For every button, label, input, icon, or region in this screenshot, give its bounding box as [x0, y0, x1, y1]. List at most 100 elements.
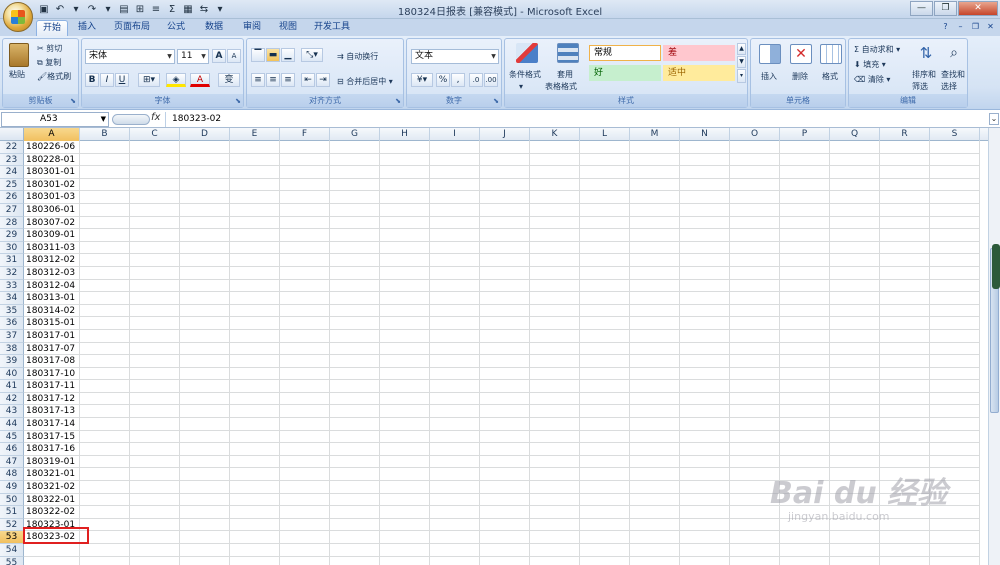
name-box[interactable]: A53 ▼ — [1, 112, 109, 127]
cell-m[interactable] — [630, 481, 680, 494]
cell-n[interactable] — [680, 203, 730, 217]
cell-j[interactable] — [480, 279, 530, 293]
row-header[interactable]: 32 — [0, 266, 24, 280]
cell-r[interactable] — [880, 392, 930, 406]
cell-c[interactable] — [130, 518, 180, 532]
cell-a[interactable]: 180315-01 — [24, 317, 80, 330]
cell-r[interactable] — [880, 455, 930, 469]
cell-r[interactable] — [880, 506, 930, 519]
row-header[interactable]: 33 — [0, 279, 24, 293]
cell-r[interactable] — [880, 544, 930, 557]
cell-p[interactable] — [780, 355, 830, 368]
cell-k[interactable] — [530, 317, 580, 330]
cell-r[interactable] — [880, 241, 930, 255]
cell-a[interactable]: 180317-12 — [24, 392, 80, 406]
cell-i[interactable] — [430, 229, 480, 242]
cell-o[interactable] — [730, 178, 780, 192]
cell-h[interactable] — [380, 229, 430, 242]
cell-f[interactable] — [280, 481, 330, 494]
cell-j[interactable] — [480, 418, 530, 431]
cell-m[interactable] — [630, 556, 680, 565]
cell-b[interactable] — [80, 481, 130, 494]
cell-i[interactable] — [430, 178, 480, 192]
tab-insert[interactable]: 插入 — [72, 20, 102, 36]
cell-m[interactable] — [630, 392, 680, 406]
cell-g[interactable] — [330, 279, 380, 293]
row-header[interactable]: 29 — [0, 229, 24, 242]
cell-o[interactable] — [730, 254, 780, 267]
cell-h[interactable] — [380, 392, 430, 406]
cell-j[interactable] — [480, 329, 530, 343]
cell-s[interactable] — [930, 241, 980, 255]
cell-o[interactable] — [730, 141, 780, 154]
row-header[interactable]: 24 — [0, 166, 24, 179]
cell-r[interactable] — [880, 153, 930, 167]
cell-d[interactable] — [180, 342, 230, 356]
cell-f[interactable] — [280, 178, 330, 192]
cell-d[interactable] — [180, 216, 230, 230]
cell-o[interactable] — [730, 556, 780, 565]
column-header-s[interactable]: S — [930, 128, 980, 141]
cell-g[interactable] — [330, 153, 380, 167]
cell-a[interactable]: 180317-10 — [24, 367, 80, 381]
cell-r[interactable] — [880, 203, 930, 217]
cell-l[interactable] — [580, 279, 630, 293]
cell-d[interactable] — [180, 544, 230, 557]
cell-j[interactable] — [480, 468, 530, 482]
row-header[interactable]: 48 — [0, 468, 24, 482]
cell-o[interactable] — [730, 443, 780, 456]
cell-a[interactable]: 180314-02 — [24, 304, 80, 318]
cell-s[interactable] — [930, 279, 980, 293]
cell-n[interactable] — [680, 241, 730, 255]
cell-e[interactable] — [230, 191, 280, 204]
cell-k[interactable] — [530, 153, 580, 167]
cell-s[interactable] — [930, 304, 980, 318]
cell-g[interactable] — [330, 166, 380, 179]
cell-q[interactable] — [830, 443, 880, 456]
cell-i[interactable] — [430, 254, 480, 267]
cell-a[interactable] — [24, 556, 80, 565]
cell-c[interactable] — [130, 392, 180, 406]
cell-o[interactable] — [730, 241, 780, 255]
cell-g[interactable] — [330, 544, 380, 557]
cell-f[interactable] — [280, 468, 330, 482]
cell-g[interactable] — [330, 216, 380, 230]
cell-s[interactable] — [930, 355, 980, 368]
cell-n[interactable] — [680, 342, 730, 356]
cell-j[interactable] — [480, 191, 530, 204]
cell-p[interactable] — [780, 443, 830, 456]
cell-k[interactable] — [530, 229, 580, 242]
cell-h[interactable] — [380, 443, 430, 456]
cell-e[interactable] — [230, 292, 280, 305]
cell-i[interactable] — [430, 166, 480, 179]
cell-q[interactable] — [830, 241, 880, 255]
cell-q[interactable] — [830, 292, 880, 305]
cell-d[interactable] — [180, 518, 230, 532]
cell-o[interactable] — [730, 405, 780, 419]
format-button[interactable]: 格式 — [822, 71, 838, 82]
cell-l[interactable] — [580, 141, 630, 154]
cell-j[interactable] — [480, 481, 530, 494]
cell-h[interactable] — [380, 254, 430, 267]
cell-r[interactable] — [880, 518, 930, 532]
cell-h[interactable] — [380, 141, 430, 154]
cell-c[interactable] — [130, 203, 180, 217]
cell-s[interactable] — [930, 342, 980, 356]
cell-s[interactable] — [930, 141, 980, 154]
cell-c[interactable] — [130, 556, 180, 565]
cell-n[interactable] — [680, 493, 730, 507]
cell-b[interactable] — [80, 430, 130, 444]
cell-h[interactable] — [380, 342, 430, 356]
cell-g[interactable] — [330, 405, 380, 419]
cell-d[interactable] — [180, 443, 230, 456]
cell-o[interactable] — [730, 342, 780, 356]
cell-n[interactable] — [680, 506, 730, 519]
cell-b[interactable] — [80, 443, 130, 456]
cell-o[interactable] — [730, 329, 780, 343]
cell-k[interactable] — [530, 355, 580, 368]
number-format-select[interactable]: 文本 ▼ — [411, 49, 499, 64]
cell-j[interactable] — [480, 141, 530, 154]
cell-e[interactable] — [230, 506, 280, 519]
cell-l[interactable] — [580, 229, 630, 242]
font-name-select[interactable]: 宋体 ▼ — [85, 49, 175, 64]
